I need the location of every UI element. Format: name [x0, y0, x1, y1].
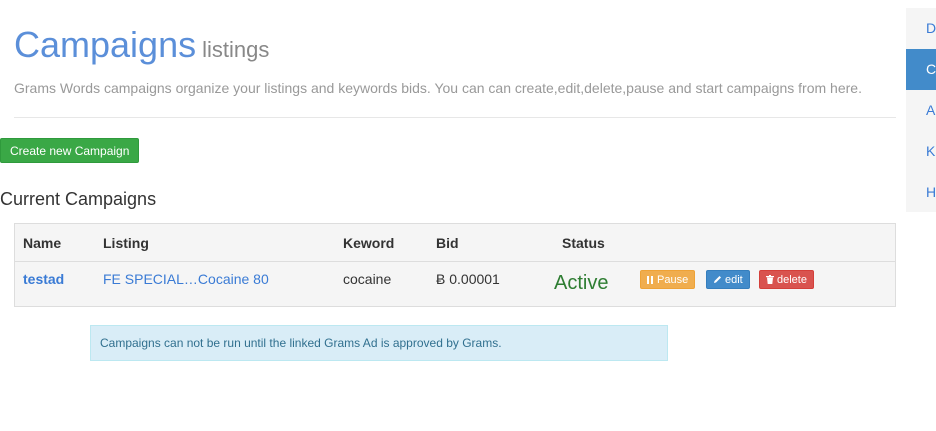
keyword-value: cocaine: [343, 271, 392, 287]
listing-link[interactable]: FE SPECIAL…Cocaine 80: [103, 271, 269, 287]
page-description: Grams Words campaigns organize your list…: [14, 80, 862, 96]
sidebar-item-k[interactable]: K: [906, 131, 936, 172]
table-header: Name Listing Keword Bid Status: [15, 224, 895, 262]
bid-value: Ƀ 0.00001: [436, 271, 500, 287]
col-name: Name: [23, 235, 62, 251]
trash-icon: [766, 275, 774, 284]
col-listing: Listing: [103, 235, 149, 251]
title-main: Campaigns: [14, 24, 197, 65]
sidebar-item-h[interactable]: H: [906, 172, 936, 213]
sidebar-item-d[interactable]: D: [906, 8, 936, 49]
section-title: Current Campaigns: [0, 189, 157, 209]
status-badge: Active: [554, 272, 609, 294]
divider: [14, 117, 896, 118]
sidebar-item-a[interactable]: A: [906, 90, 936, 131]
sidebar: D C A K H: [906, 8, 936, 212]
pencil-icon: [714, 276, 721, 283]
sidebar-item-c[interactable]: C: [906, 49, 936, 90]
edit-label: edit: [725, 274, 743, 286]
title-sub: listings: [202, 37, 270, 62]
campaigns-table: Name Listing Keword Bid Status testad FE…: [14, 223, 896, 307]
pause-label: Pause: [657, 274, 689, 286]
col-bid: Bid: [436, 235, 459, 251]
pause-button[interactable]: Pause: [640, 270, 696, 289]
page-title: Campaigns listings: [14, 24, 269, 66]
col-status: Status: [562, 235, 605, 251]
campaign-name-link[interactable]: testad: [23, 271, 64, 287]
delete-label: delete: [777, 274, 807, 286]
info-alert: Campaigns can not be run until the linke…: [90, 325, 668, 361]
pause-icon: [647, 276, 653, 284]
delete-button[interactable]: delete: [759, 270, 814, 289]
create-campaign-button[interactable]: Create new Campaign: [0, 138, 140, 163]
edit-button[interactable]: edit: [706, 270, 750, 289]
col-keyword: Keword: [343, 235, 395, 251]
